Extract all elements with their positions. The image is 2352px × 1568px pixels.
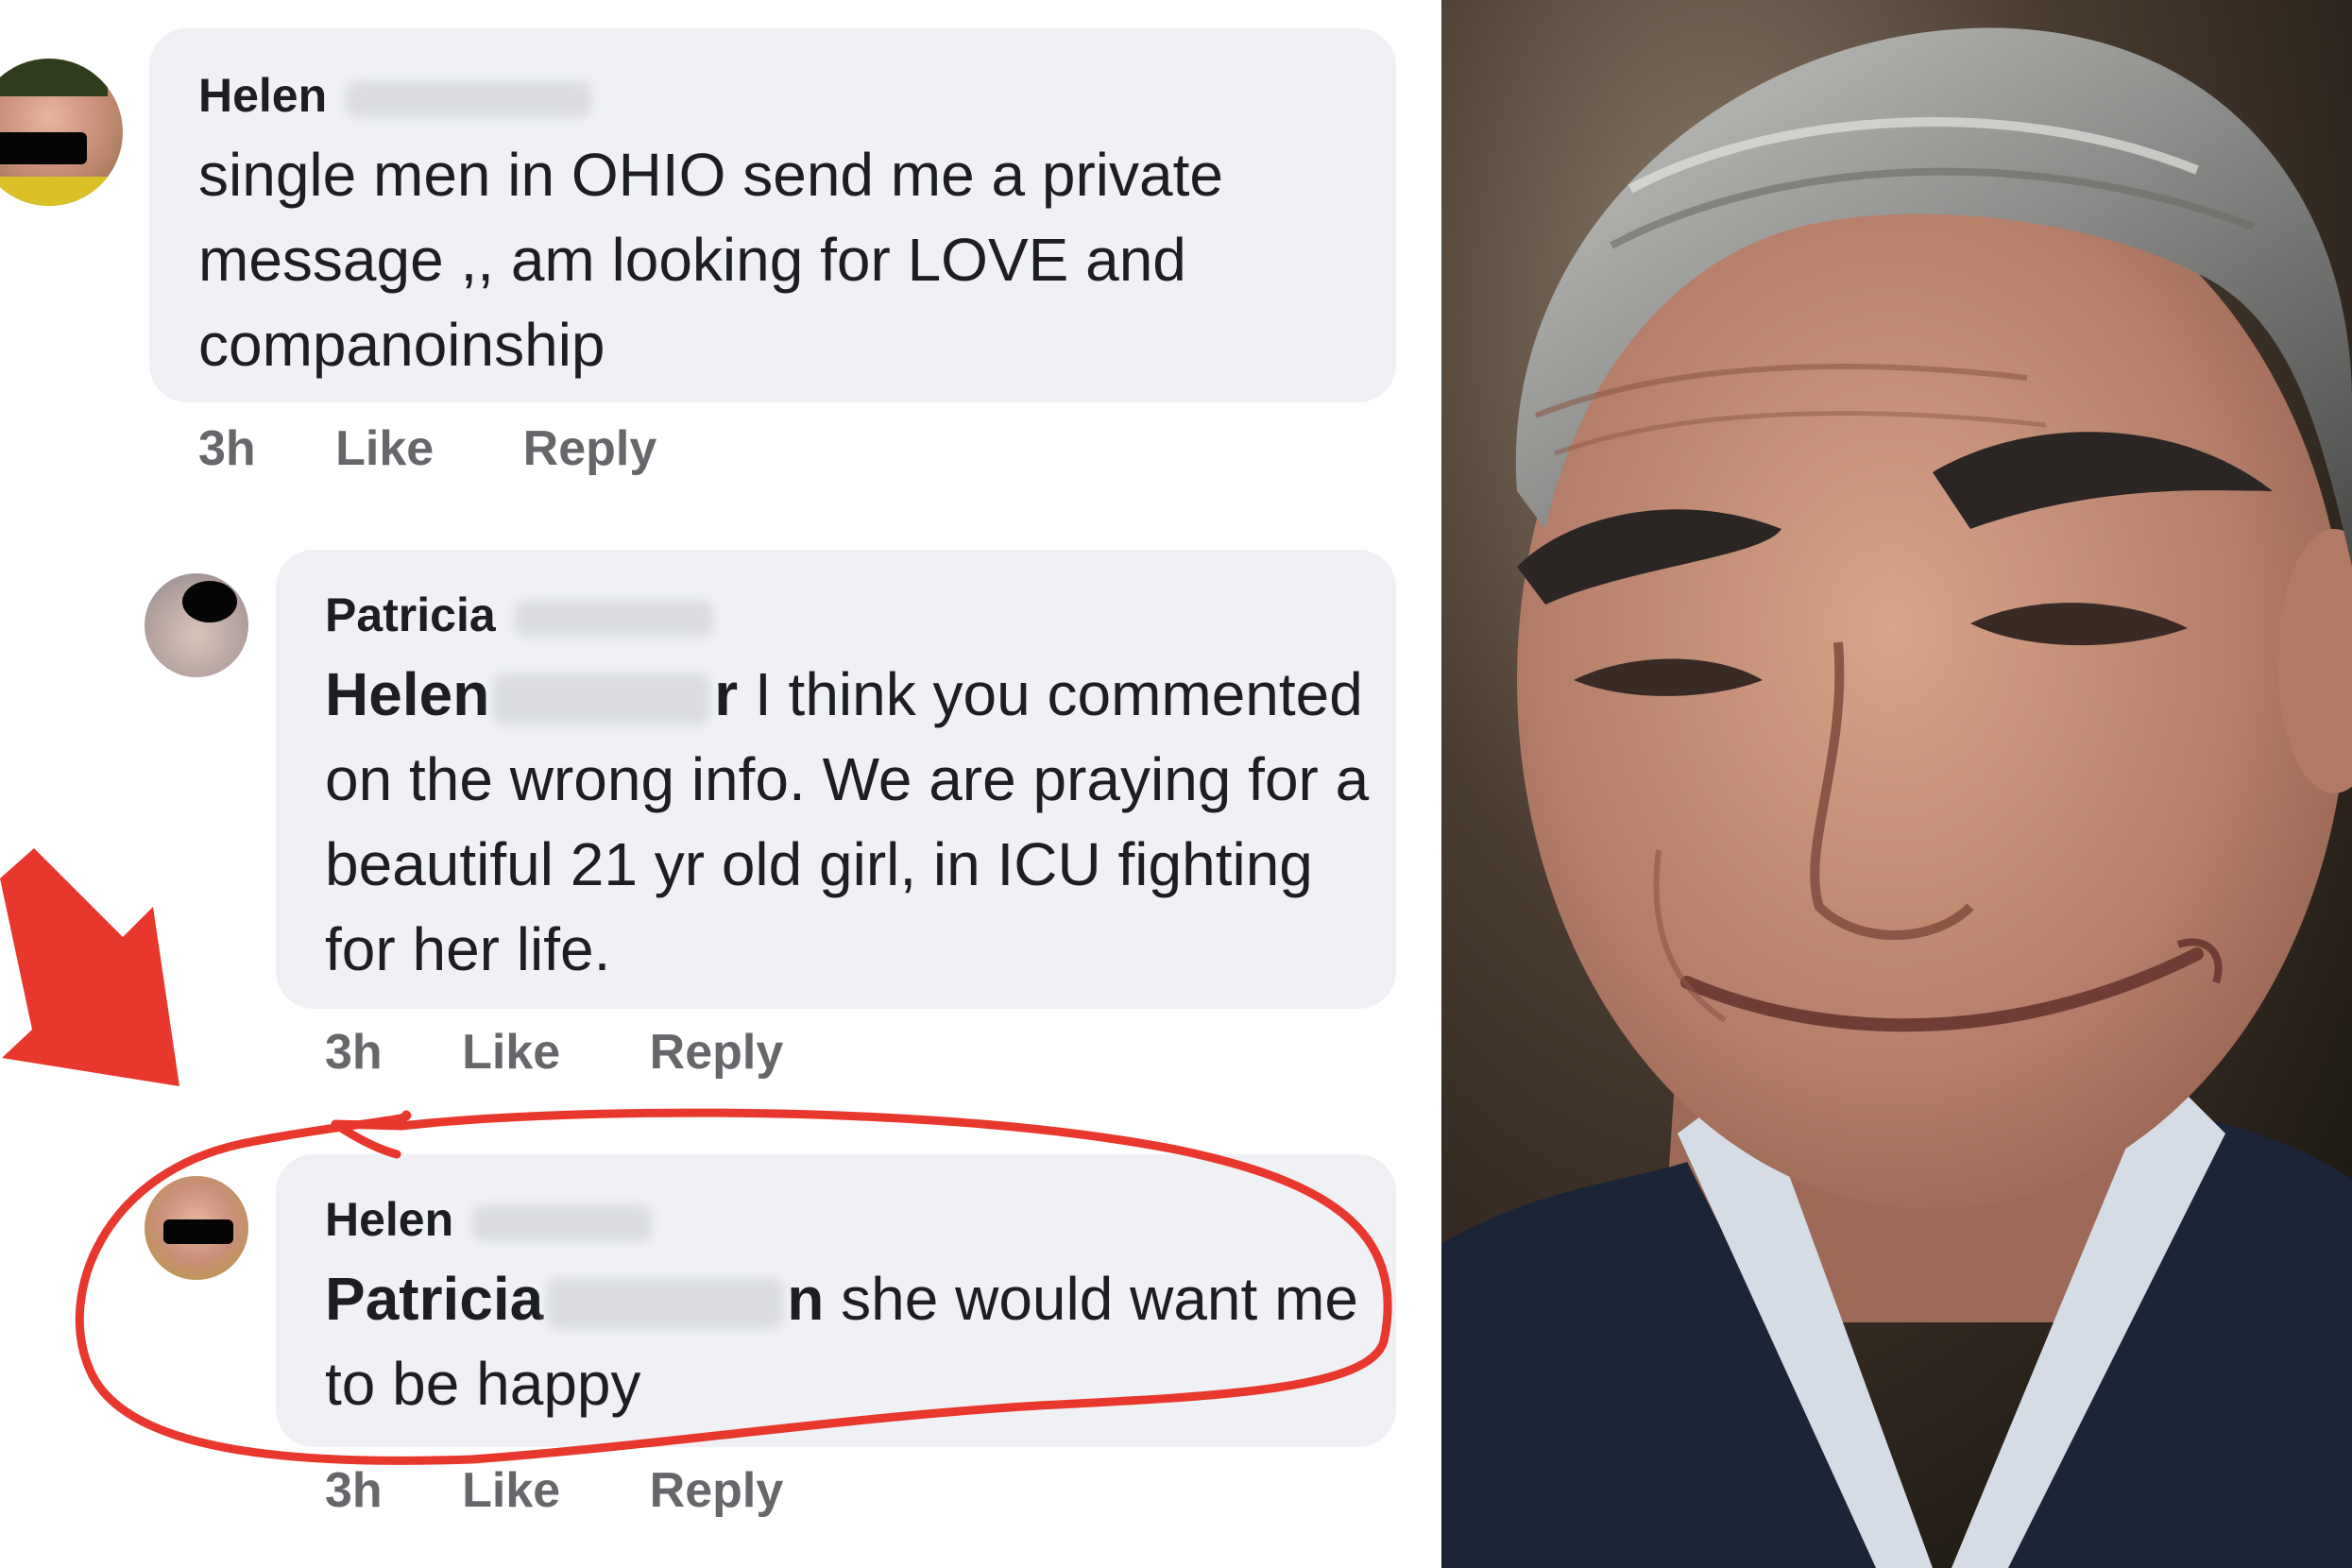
annotation-overlay xyxy=(0,848,1392,1465)
red-circle-annotation xyxy=(75,1108,1392,1465)
photo-illustration xyxy=(1441,0,2352,1568)
comment-thread: Helen single men in OHIO send me a priva… xyxy=(0,0,1419,1568)
red-arrow-icon xyxy=(0,848,179,1086)
smirking-man-photo xyxy=(1441,0,2352,1568)
red-circle-tail xyxy=(331,1119,406,1159)
panel-divider xyxy=(1419,0,1441,1568)
